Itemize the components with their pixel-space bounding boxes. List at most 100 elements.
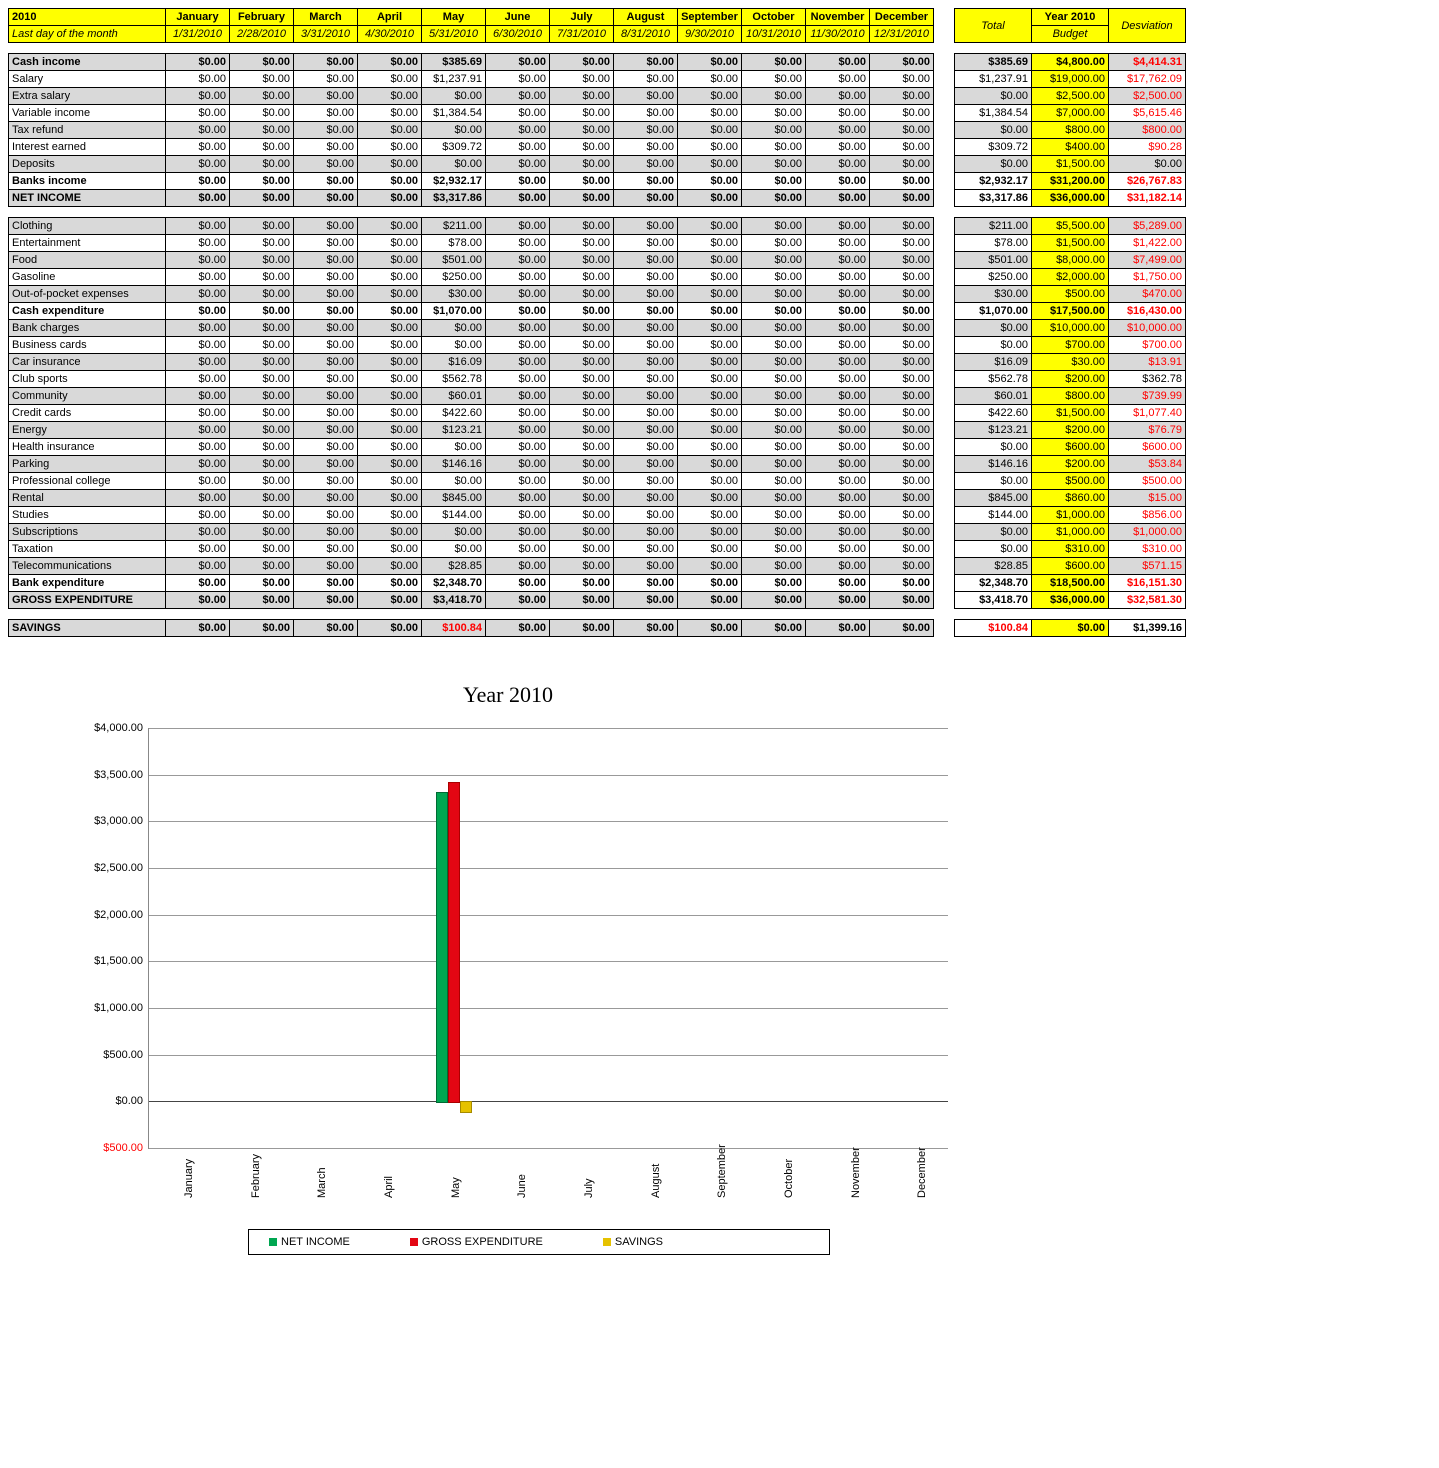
chart-legend: NET INCOME GROSS EXPENDITURE SAVINGS (248, 1229, 830, 1255)
cell: $422.60 (955, 405, 1032, 422)
cell: $0.00 (486, 156, 550, 173)
cell: $0.00 (486, 456, 550, 473)
cell: $0.00 (678, 456, 742, 473)
cell: $0.00 (678, 235, 742, 252)
cell: $13.91 (1109, 354, 1186, 371)
cell: 5/31/2010 (422, 26, 486, 43)
cell: $562.78 (955, 371, 1032, 388)
cell: $0.00 (230, 235, 294, 252)
cell: $0.00 (550, 592, 614, 609)
cell: $0.00 (166, 303, 230, 320)
cell: $0.00 (358, 235, 422, 252)
cell: $0.00 (230, 541, 294, 558)
cell: $0.00 (230, 190, 294, 207)
legend-label: NET INCOME (281, 1236, 350, 1248)
cell: $0.00 (230, 269, 294, 286)
cell: $500.00 (1109, 473, 1186, 490)
cell: $36,000.00 (1032, 190, 1109, 207)
cell: $0.00 (870, 71, 934, 88)
cell: $0.00 (166, 524, 230, 541)
cell: $0.00 (806, 592, 870, 609)
cell: $0.00 (806, 490, 870, 507)
cell: $0.00 (614, 105, 678, 122)
cell: $0.00 (230, 173, 294, 190)
cell: $0.00 (806, 269, 870, 286)
cell: $0.00 (294, 320, 358, 337)
cell: $0.00 (806, 71, 870, 88)
cell: $28.85 (422, 558, 486, 575)
cell: $0.00 (678, 71, 742, 88)
legend-label: SAVINGS (615, 1236, 663, 1248)
cell: $0.00 (166, 54, 230, 71)
cell: $0.00 (742, 190, 806, 207)
cell: $0.00 (806, 218, 870, 235)
cell: Parking (9, 456, 166, 473)
cell: Community (9, 388, 166, 405)
cell: $845.00 (955, 490, 1032, 507)
cell: $0.00 (230, 456, 294, 473)
cell: $0.00 (678, 558, 742, 575)
cell: $0.00 (486, 218, 550, 235)
x-tick-label: June (516, 1174, 528, 1198)
cell: $0.00 (742, 456, 806, 473)
cell: $700.00 (1109, 337, 1186, 354)
cell: $0.00 (358, 524, 422, 541)
cell (955, 207, 1032, 218)
cell: $0.00 (294, 337, 358, 354)
cell: $0.00 (422, 473, 486, 490)
cell: $0.00 (806, 558, 870, 575)
cell: $0.00 (230, 88, 294, 105)
cell: $0.00 (486, 173, 550, 190)
cell: $0.00 (678, 405, 742, 422)
cell: $845.00 (422, 490, 486, 507)
cell: $0.00 (486, 122, 550, 139)
cell: $0.00 (955, 320, 1032, 337)
cell: $144.00 (422, 507, 486, 524)
square-icon (269, 1238, 277, 1246)
cell: $0.00 (358, 286, 422, 303)
y-tick-label: $4,000.00 (94, 722, 149, 734)
cell: $90.28 (1109, 139, 1186, 156)
cell: $0.00 (230, 558, 294, 575)
cell: $100.84 (422, 620, 486, 637)
cell: $0.00 (550, 88, 614, 105)
cell: $0.00 (742, 235, 806, 252)
cell: $501.00 (955, 252, 1032, 269)
cell: $0.00 (550, 371, 614, 388)
cell: $0.00 (742, 156, 806, 173)
cell: $0.00 (678, 88, 742, 105)
cell: $0.00 (550, 354, 614, 371)
cell: $0.00 (870, 558, 934, 575)
cell: $0.00 (806, 371, 870, 388)
cell: $0.00 (358, 105, 422, 122)
cell: $0.00 (806, 575, 870, 592)
cell: $0.00 (230, 473, 294, 490)
cell: $0.00 (294, 620, 358, 637)
cell: $18,500.00 (1032, 575, 1109, 592)
cell: $3,317.86 (955, 190, 1032, 207)
cell: $0.00 (806, 156, 870, 173)
cell: $0.00 (742, 139, 806, 156)
cell: $0.00 (550, 156, 614, 173)
cell: $0.00 (806, 252, 870, 269)
cell: 11/30/2010 (806, 26, 870, 43)
cell: 8/31/2010 (614, 26, 678, 43)
cell: $0.00 (870, 54, 934, 71)
cell: $0.00 (742, 388, 806, 405)
x-tick-label: August (650, 1164, 662, 1198)
cell: 12/31/2010 (870, 26, 934, 43)
cell: $0.00 (358, 269, 422, 286)
cell: $0.00 (870, 286, 934, 303)
cell: $0.00 (422, 541, 486, 558)
cell: $0.00 (230, 139, 294, 156)
legend-item: GROSS EXPENDITURE (410, 1236, 543, 1248)
cell (9, 609, 166, 620)
cell: $0.00 (678, 439, 742, 456)
cell: $0.00 (294, 592, 358, 609)
cell: $309.72 (955, 139, 1032, 156)
cell: Cash expenditure (9, 303, 166, 320)
cell: $0.00 (294, 422, 358, 439)
cell: $1,399.16 (1109, 620, 1186, 637)
cell: $310.00 (1032, 541, 1109, 558)
cell: $0.00 (678, 320, 742, 337)
